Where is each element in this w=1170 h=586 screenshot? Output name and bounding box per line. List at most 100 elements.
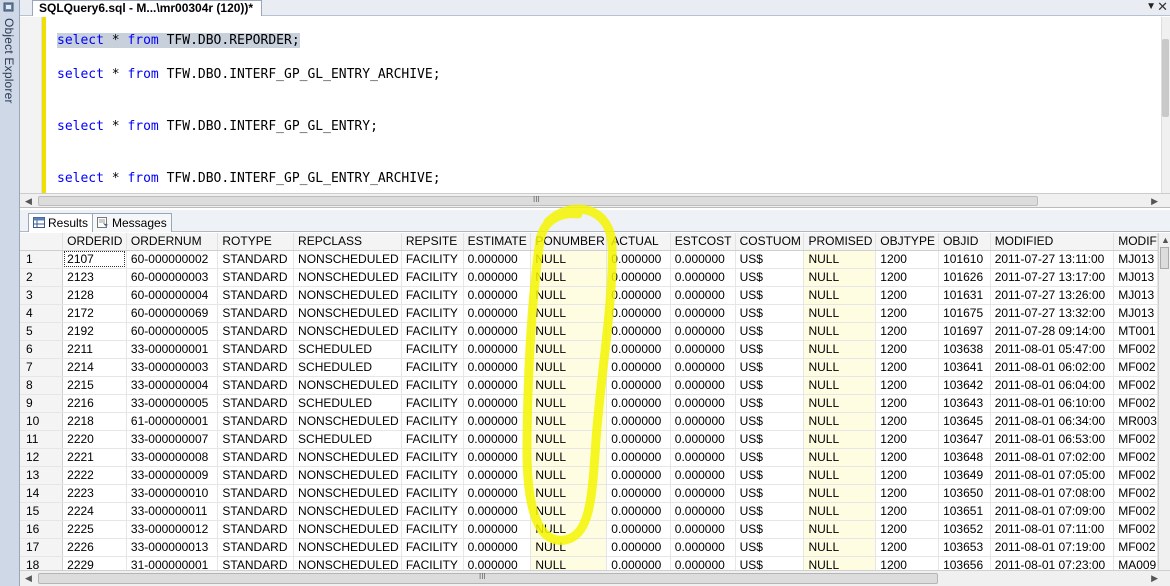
cell-repsite[interactable]: FACILITY bbox=[401, 466, 464, 485]
editor-horizontal-scrollbar[interactable]: ◀ III ▶ bbox=[20, 193, 1170, 208]
cell-modif[interactable]: MF002 bbox=[1113, 448, 1158, 467]
cell-repsite[interactable]: FACILITY bbox=[401, 322, 464, 341]
cell-objid[interactable]: 101697 bbox=[938, 322, 991, 341]
cell-modified[interactable]: 2011-07-27 13:32:00 bbox=[990, 304, 1115, 323]
cell-ponumber[interactable]: NULL bbox=[530, 268, 608, 287]
cell-rotype[interactable]: STANDARD bbox=[217, 502, 295, 521]
cell-costuom[interactable]: US$ bbox=[735, 268, 805, 287]
cell-objtype[interactable]: 1200 bbox=[875, 322, 940, 341]
cell-promised[interactable]: NULL bbox=[803, 538, 877, 557]
cell-objtype[interactable]: 1200 bbox=[875, 304, 940, 323]
cell-orderid[interactable]: 2229 bbox=[62, 556, 127, 570]
cell-costuom[interactable]: US$ bbox=[735, 358, 805, 377]
cell-objtype[interactable]: 1200 bbox=[875, 448, 940, 467]
row-number-cell[interactable]: 18 bbox=[20, 556, 64, 570]
cell-estcost[interactable]: 0.000000 bbox=[670, 502, 736, 521]
cell-promised[interactable]: NULL bbox=[803, 448, 877, 467]
scroll-up-icon[interactable]: ▲ bbox=[1161, 233, 1170, 247]
cell-estimate[interactable]: 0.000000 bbox=[463, 412, 532, 431]
cell-ordernum[interactable]: 33-000000012 bbox=[126, 520, 219, 539]
table-row[interactable]: 7 2214 33-000000003 STANDARD SCHEDULED FACILI… bbox=[20, 358, 1158, 377]
cell-rotype[interactable]: STANDARD bbox=[217, 484, 295, 503]
cell-objid[interactable]: 103645 bbox=[938, 412, 991, 431]
cell-repclass[interactable]: NONSCHEDULED bbox=[293, 520, 402, 539]
query-document-tab[interactable]: SQLQuery6.sql - M...\mr00304r (120))* bbox=[32, 0, 263, 16]
cell-modif[interactable]: MF002 bbox=[1113, 430, 1158, 449]
cell-estimate[interactable]: 0.000000 bbox=[463, 502, 532, 521]
cell-rotype[interactable]: STANDARD bbox=[217, 412, 295, 431]
cell-promised[interactable]: NULL bbox=[803, 322, 877, 341]
cell-modif[interactable]: MJ013 bbox=[1113, 304, 1158, 323]
cell-repsite[interactable]: FACILITY bbox=[401, 340, 464, 359]
cell-objid[interactable]: 103647 bbox=[938, 430, 991, 449]
cell-repclass[interactable]: NONSCHEDULED bbox=[293, 484, 402, 503]
cell-modified[interactable]: 2011-08-01 07:19:00 bbox=[990, 538, 1115, 557]
cell-repsite[interactable]: FACILITY bbox=[401, 286, 464, 305]
cell-costuom[interactable]: US$ bbox=[735, 286, 805, 305]
column-header-modified[interactable]: MODIFIED bbox=[990, 233, 1115, 251]
cell-orderid[interactable]: 2215 bbox=[62, 376, 127, 395]
cell-promised[interactable]: NULL bbox=[803, 430, 877, 449]
cell-repclass[interactable]: NONSCHEDULED bbox=[293, 322, 402, 341]
cell-rotype[interactable]: STANDARD bbox=[217, 448, 295, 467]
cell-estcost[interactable]: 0.000000 bbox=[670, 286, 736, 305]
cell-ordernum[interactable]: 33-000000010 bbox=[126, 484, 219, 503]
cell-estimate[interactable]: 0.000000 bbox=[463, 556, 532, 570]
cell-modif[interactable]: MA009 bbox=[1113, 556, 1158, 570]
cell-repclass[interactable]: NONSCHEDULED bbox=[293, 268, 402, 287]
object-explorer-label[interactable]: Object Explorer bbox=[2, 18, 16, 104]
cell-costuom[interactable]: US$ bbox=[735, 448, 805, 467]
table-row[interactable]: 5 2192 60-000000005 STANDARD NONSCHEDULED FAC… bbox=[20, 322, 1158, 341]
cell-modif[interactable]: MF002 bbox=[1113, 340, 1158, 359]
cell-repsite[interactable]: FACILITY bbox=[401, 556, 464, 570]
cell-objid[interactable]: 101631 bbox=[938, 286, 991, 305]
cell-costuom[interactable]: US$ bbox=[735, 394, 805, 413]
cell-ordernum[interactable]: 31-000000001 bbox=[126, 556, 219, 570]
cell-orderid[interactable]: 2218 bbox=[62, 412, 127, 431]
cell-ordernum[interactable]: 60-000000003 bbox=[126, 268, 219, 287]
cell-objid[interactable]: 101610 bbox=[938, 250, 991, 269]
cell-modified[interactable]: 2011-07-27 13:17:00 bbox=[990, 268, 1115, 287]
grid-horizontal-scrollbar[interactable]: ◀ III ▶ bbox=[20, 570, 1170, 586]
column-header-orderid[interactable]: ORDERID bbox=[62, 233, 127, 251]
cell-modif[interactable]: MF002 bbox=[1113, 502, 1158, 521]
pin-icon[interactable] bbox=[3, 1, 16, 13]
table-row[interactable]: 13 2222 33-000000009 STANDARD NONSCHEDULED FA… bbox=[20, 466, 1158, 485]
cell-ordernum[interactable]: 33-000000007 bbox=[126, 430, 219, 449]
cell-objtype[interactable]: 1200 bbox=[875, 556, 940, 570]
cell-estcost[interactable]: 0.000000 bbox=[670, 448, 736, 467]
cell-orderid[interactable]: 2192 bbox=[62, 322, 127, 341]
cell-repclass[interactable]: SCHEDULED bbox=[293, 430, 402, 449]
cell-objtype[interactable]: 1200 bbox=[875, 538, 940, 557]
cell-orderid[interactable]: 2172 bbox=[62, 304, 127, 323]
cell-objid[interactable]: 103651 bbox=[938, 502, 991, 521]
table-row[interactable]: 15 2224 33-000000011 STANDARD NONSCHEDULED FA… bbox=[20, 502, 1158, 521]
cell-objid[interactable]: 103643 bbox=[938, 394, 991, 413]
cell-promised[interactable]: NULL bbox=[803, 556, 877, 570]
cell-actual[interactable]: 0.000000 bbox=[606, 448, 671, 467]
cell-objid[interactable]: 103648 bbox=[938, 448, 991, 467]
cell-actual[interactable]: 0.000000 bbox=[606, 322, 671, 341]
cell-modified[interactable]: 2011-08-01 06:04:00 bbox=[990, 376, 1115, 395]
cell-estimate[interactable]: 0.000000 bbox=[463, 538, 532, 557]
cell-promised[interactable]: NULL bbox=[803, 286, 877, 305]
cell-estcost[interactable]: 0.000000 bbox=[670, 484, 736, 503]
cell-actual[interactable]: 0.000000 bbox=[606, 412, 671, 431]
cell-costuom[interactable]: US$ bbox=[735, 304, 805, 323]
table-row[interactable]: 3 2128 60-000000004 STANDARD NONSCHEDULED FAC… bbox=[20, 286, 1158, 305]
row-number-cell[interactable]: 10 bbox=[20, 412, 64, 431]
cell-rotype[interactable]: STANDARD bbox=[217, 358, 295, 377]
cell-ponumber[interactable]: NULL bbox=[530, 304, 608, 323]
tab-list-dropdown-icon[interactable]: ▼ bbox=[1146, 1, 1156, 12]
row-number-cell[interactable]: 15 bbox=[20, 502, 64, 521]
cell-actual[interactable]: 0.000000 bbox=[606, 376, 671, 395]
cell-orderid[interactable]: 2226 bbox=[62, 538, 127, 557]
table-row[interactable]: 12 2221 33-000000008 STANDARD NONSCHEDULED FA… bbox=[20, 448, 1158, 467]
cell-actual[interactable]: 0.000000 bbox=[606, 520, 671, 539]
cell-costuom[interactable]: US$ bbox=[735, 520, 805, 539]
cell-promised[interactable]: NULL bbox=[803, 250, 877, 269]
tab-messages[interactable]: Messages bbox=[92, 213, 172, 232]
cell-objid[interactable]: 103641 bbox=[938, 358, 991, 377]
table-row[interactable]: 1 2107 60-000000002 STANDARD NONSCHEDULED FAC… bbox=[20, 250, 1158, 269]
cell-actual[interactable]: 0.000000 bbox=[606, 304, 671, 323]
